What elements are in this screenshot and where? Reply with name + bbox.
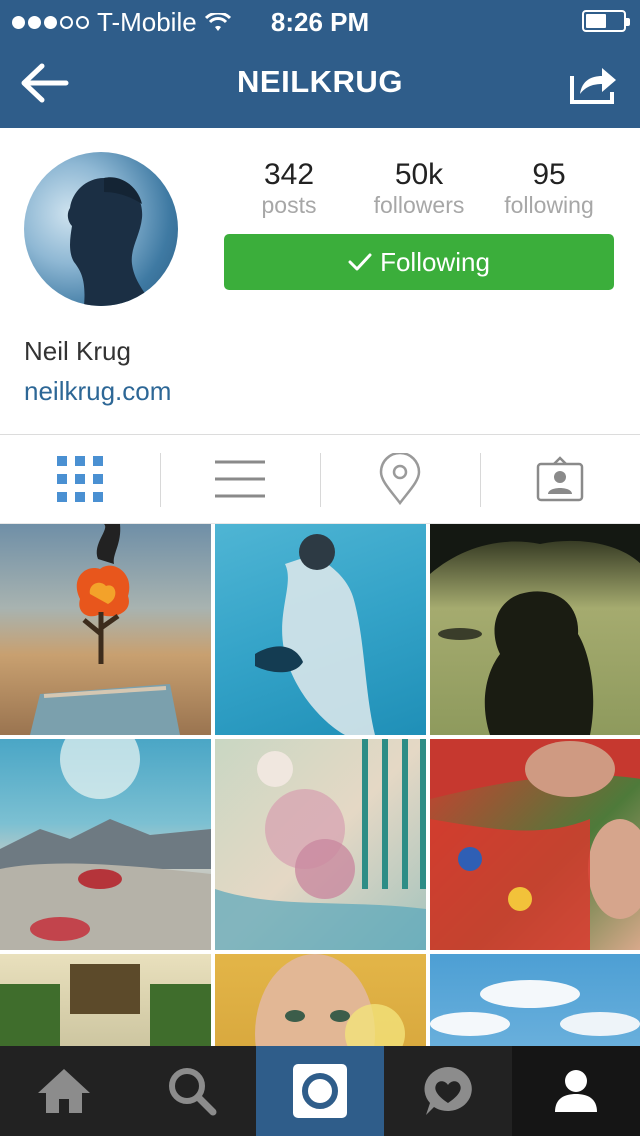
following-stat[interactable]: 95 following [484, 158, 614, 218]
avatar-portrait-image [67, 177, 154, 306]
checkmark-icon [348, 253, 372, 271]
posts-count: 342 [263, 158, 315, 191]
tab-location-view[interactable] [320, 435, 480, 523]
followers-stat[interactable]: 50k followers [354, 158, 484, 218]
photo-grid [0, 524, 640, 1048]
burning-tree-photo [30, 524, 180, 735]
profile-icon [555, 1070, 597, 1112]
profile-view-tabs [0, 434, 640, 524]
tab-search[interactable] [128, 1046, 256, 1136]
battery-icon [582, 10, 630, 32]
activity-icon [424, 1067, 472, 1115]
sky-clouds-photo [430, 980, 640, 1036]
tab-home[interactable] [0, 1046, 128, 1136]
house-entrance-photo [0, 964, 211, 1048]
top-bar: T-Mobile 8:26 PM NEILKRUG [0, 0, 640, 128]
profile-full-name: Neil Krug [24, 336, 131, 366]
profile-stats: 342 posts 50k followers 95 following [224, 158, 614, 218]
status-time: 8:26 PM [270, 7, 370, 37]
page-title: NEILKRUG [237, 64, 403, 99]
two-women-lying-photo [430, 739, 640, 950]
camera-icon [293, 1064, 347, 1118]
posts-stat[interactable]: 342 posts [224, 158, 354, 218]
profile-website-link[interactable]: neilkrug.com [24, 376, 171, 407]
tab-camera[interactable] [256, 1046, 384, 1136]
photo-tile[interactable] [215, 954, 426, 1048]
posts-label: posts [261, 192, 317, 218]
bottom-tab-bar [0, 1046, 640, 1136]
flowers-and-fence-photo [215, 739, 426, 950]
photo-tile[interactable] [215, 739, 426, 950]
followers-count: 50k [394, 158, 444, 191]
location-pin-icon [379, 453, 421, 505]
search-icon [169, 1068, 217, 1116]
photo-tile[interactable] [430, 524, 640, 735]
grid-view-icon [57, 456, 103, 502]
list-view-icon [215, 460, 265, 498]
photo-tile[interactable] [0, 524, 211, 735]
tab-activity[interactable] [384, 1046, 512, 1136]
photo-tile[interactable] [0, 719, 211, 950]
photo-tile[interactable] [430, 954, 640, 1048]
avatar[interactable] [24, 152, 178, 306]
silhouette-on-beach-photo [430, 524, 640, 735]
woman-with-flowers-photo [255, 954, 405, 1048]
following-button-label: Following [380, 246, 490, 277]
status-bar: T-Mobile 8:26 PM [0, 0, 640, 40]
photo-tile[interactable] [0, 954, 211, 1048]
home-icon [38, 1069, 90, 1113]
tab-profile[interactable] [512, 1046, 640, 1136]
figure-in-water-photo [255, 534, 375, 735]
tab-tagged-view[interactable] [480, 435, 640, 523]
following-button[interactable]: Following [224, 234, 614, 290]
share-icon[interactable] [568, 62, 620, 106]
following-count: 95 [532, 158, 566, 191]
tab-grid-view[interactable] [0, 435, 160, 523]
tagged-photos-icon [536, 456, 584, 502]
desert-mountains-photo [0, 719, 211, 950]
followers-label: followers [373, 192, 465, 218]
following-label: following [504, 192, 594, 218]
tab-list-view[interactable] [160, 435, 320, 523]
photo-tile[interactable] [215, 524, 426, 735]
photo-tile[interactable] [430, 739, 640, 950]
